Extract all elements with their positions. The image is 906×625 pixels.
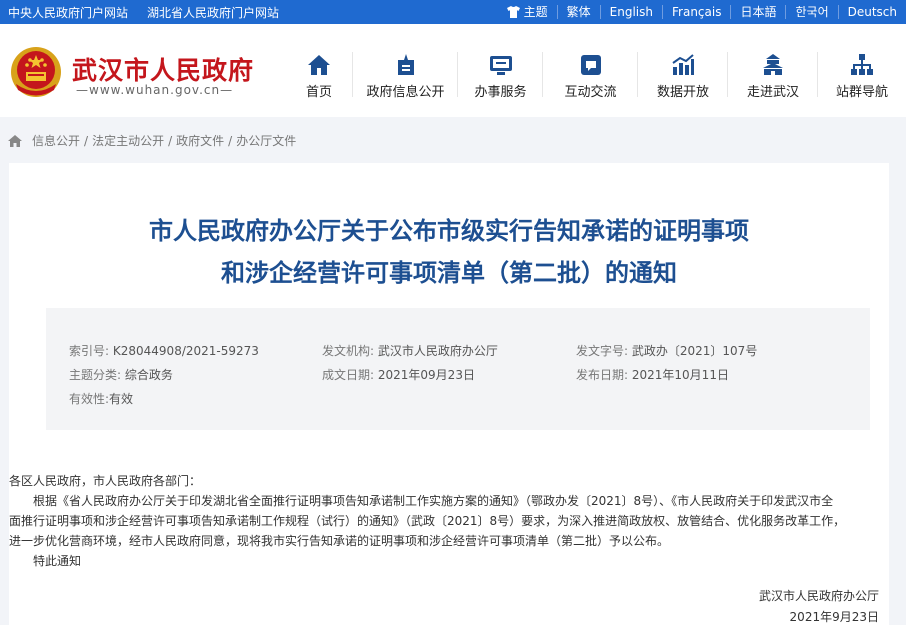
index-label: 索引号: xyxy=(69,344,110,358)
nav-label: 站群导航 xyxy=(835,85,888,100)
site-header: 武汉市人民政府 —www.wuhan.gov.cn— 首页 政府信息公开 办事服… xyxy=(0,24,906,117)
nav-explore-wuhan[interactable]: 走进武汉 xyxy=(728,24,818,117)
breadcrumb-statutory[interactable]: 法定主动公开 xyxy=(92,132,164,149)
lang-german[interactable]: Deutsch xyxy=(837,5,906,19)
salutation: 各区人民政府，市人民政府各部门： xyxy=(9,474,202,488)
article-title-line2: 和涉企经营许可事项清单（第二批）的通知 xyxy=(221,259,677,287)
breadcrumb-separator: / xyxy=(228,133,233,148)
lang-english[interactable]: English xyxy=(599,5,662,19)
central-gov-link[interactable]: 中央人民政府门户网站 xyxy=(8,4,128,21)
topic-label: 主题分类: xyxy=(69,368,122,382)
service-icon xyxy=(489,56,512,75)
lang-korean[interactable]: 한국어 xyxy=(785,5,837,19)
index-value: K28044908/2021-59273 xyxy=(112,344,259,358)
created-date-value: 2021年09月23日 xyxy=(377,368,475,382)
signature: 武汉市人民政府办公厅 xyxy=(758,589,879,603)
article-body: 各区人民政府，市人民政府各部门： 根据《省人民政府办公厅关于印发湖北省全面推行证… xyxy=(9,471,889,571)
top-bar: 中央人民政府门户网站 湖北省人民政府门户网站 主题 繁体 English Fra… xyxy=(0,0,906,24)
nav-info-disclosure[interactable]: 政府信息公开 xyxy=(353,24,458,117)
closing-line: 特此通知 xyxy=(9,554,82,568)
interaction-icon xyxy=(580,55,601,75)
data-open-icon xyxy=(672,54,694,75)
created-date-label: 成文日期: xyxy=(322,368,375,382)
nav-label: 首页 xyxy=(305,85,332,100)
validity-label: 有效性: xyxy=(69,392,110,406)
hubei-gov-link[interactable]: 湖北省人民政府门户网站 xyxy=(147,4,279,21)
site-url: —www.wuhan.gov.cn— xyxy=(76,83,234,97)
validity-value: 有效 xyxy=(109,392,134,406)
breadcrumb: 信息公开 / 法定主动公开 / 政府文件 / 办公厅文件 xyxy=(8,132,296,149)
theme-label: 主题 xyxy=(523,5,548,19)
published-date-label: 发布日期: xyxy=(576,368,629,382)
breadcrumb-separator: / xyxy=(168,133,173,148)
topic-value: 综合政务 xyxy=(124,368,173,382)
article-title-line1: 市人民政府办公厅关于公布市级实行告知承诺的证明事项 xyxy=(149,217,749,245)
theme-button[interactable]: 主题 xyxy=(498,5,557,19)
breadcrumb-office-documents[interactable]: 办公厅文件 xyxy=(236,132,296,149)
breadcrumb-separator: / xyxy=(84,133,89,148)
body-paragraph-line: 面推行证明事项和涉企经营许可事项告知承诺制工作规程（试行）的通知》（武政〔202… xyxy=(9,514,846,528)
nav-home[interactable]: 首页 xyxy=(285,24,353,117)
nav-label: 互动交流 xyxy=(564,85,617,100)
lang-traditional[interactable]: 繁体 xyxy=(556,5,600,19)
docno-value: 武政办〔2021〕107号 xyxy=(631,344,758,358)
body-paragraph-line: 进一步优化营商环境，经市人民政府同意，现将我市实行告知承诺的证明事项和涉企经营许… xyxy=(9,534,670,548)
docno-label: 发文字号: xyxy=(576,344,629,358)
nav-label: 数据开放 xyxy=(656,85,709,100)
breadcrumb-info-disclosure[interactable]: 信息公开 xyxy=(32,132,80,149)
nav-services[interactable]: 办事服务 xyxy=(458,24,543,117)
lang-french[interactable]: Français xyxy=(662,5,730,19)
nav-label: 政府信息公开 xyxy=(366,85,445,100)
language-switcher: 主题 繁体 English Français 日本語 한국어 Deutsch xyxy=(498,0,906,24)
shirt-icon xyxy=(506,6,520,18)
nav-label: 走进武汉 xyxy=(746,85,799,100)
article-panel: 市人民政府办公厅关于公布市级实行告知承诺的证明事项 和涉企经营许可事项清单（第二… xyxy=(9,163,889,625)
issuer-value: 武汉市人民政府办公厅 xyxy=(377,344,498,358)
issuer-label: 发文机构: xyxy=(322,344,375,358)
info-disclosure-icon xyxy=(397,54,414,75)
lang-japanese[interactable]: 日本語 xyxy=(730,5,785,19)
national-emblem-icon[interactable] xyxy=(10,46,62,98)
nav-label: 办事服务 xyxy=(474,85,527,100)
home-icon[interactable] xyxy=(8,134,22,147)
city-gate-icon xyxy=(763,54,783,75)
nav-data-open[interactable]: 数据开放 xyxy=(638,24,728,117)
nav-interaction[interactable]: 互动交流 xyxy=(543,24,638,117)
published-date-value: 2021年10月11日 xyxy=(631,368,729,382)
home-icon xyxy=(308,55,330,75)
body-paragraph-line: 根据《省人民政府办公厅关于印发湖北省全面推行证明事项告知承诺制工作实施方案的通知… xyxy=(9,494,834,508)
sign-date: 2021年9月23日 xyxy=(789,610,879,624)
nav-sitemap[interactable]: 站群导航 xyxy=(818,24,906,117)
breadcrumb-gov-documents[interactable]: 政府文件 xyxy=(176,132,224,149)
sitemap-icon xyxy=(851,54,873,75)
site-name[interactable]: 武汉市人民政府 xyxy=(72,51,254,87)
document-metadata: 索引号: K28044908/2021-59273 发文机构: 武汉市人民政府办… xyxy=(46,308,870,430)
